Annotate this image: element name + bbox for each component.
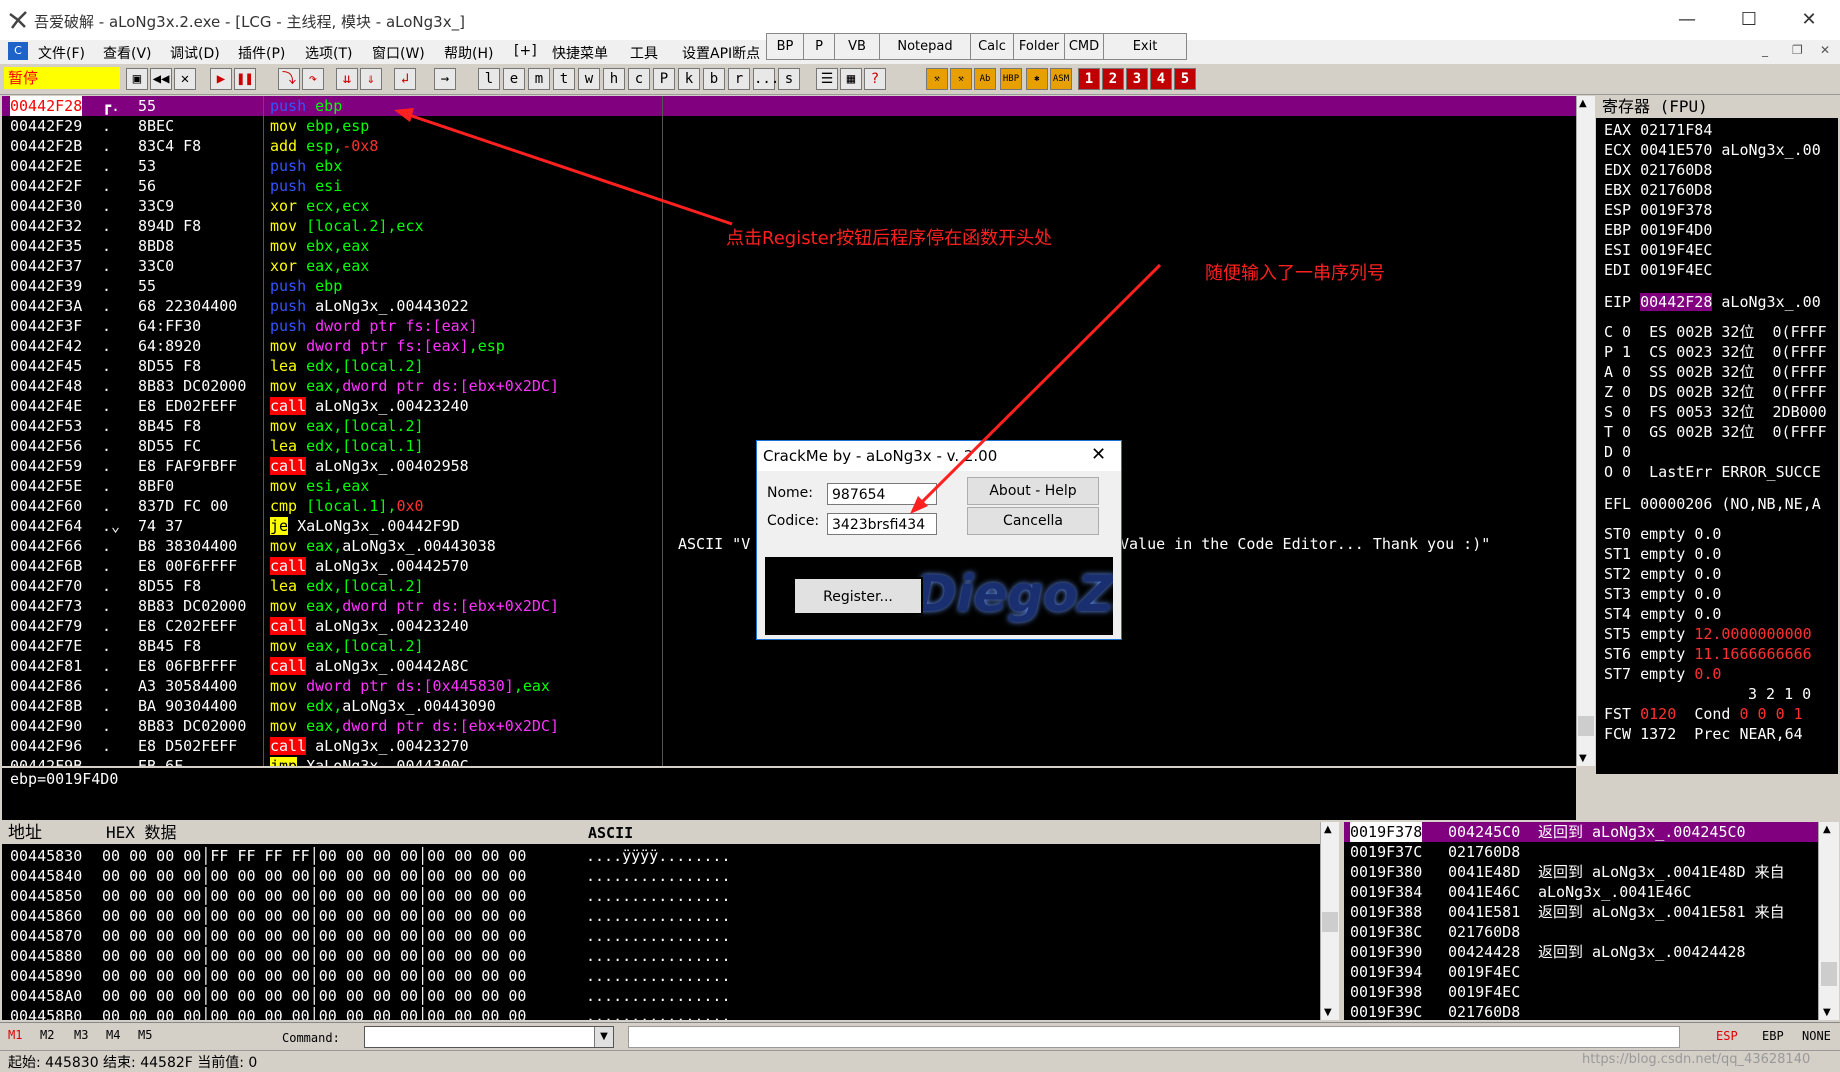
annotation-serial: 随便输入了一串序列号 — [1205, 263, 1385, 284]
arrow-register-head — [394, 108, 414, 122]
annotation-register: 点击Register按钮后程序停在函数开头处 — [726, 228, 1053, 249]
annotation-arrows — [394, 108, 1162, 514]
arrow-register-line — [399, 110, 733, 226]
arrow-serial-line — [914, 263, 1162, 510]
